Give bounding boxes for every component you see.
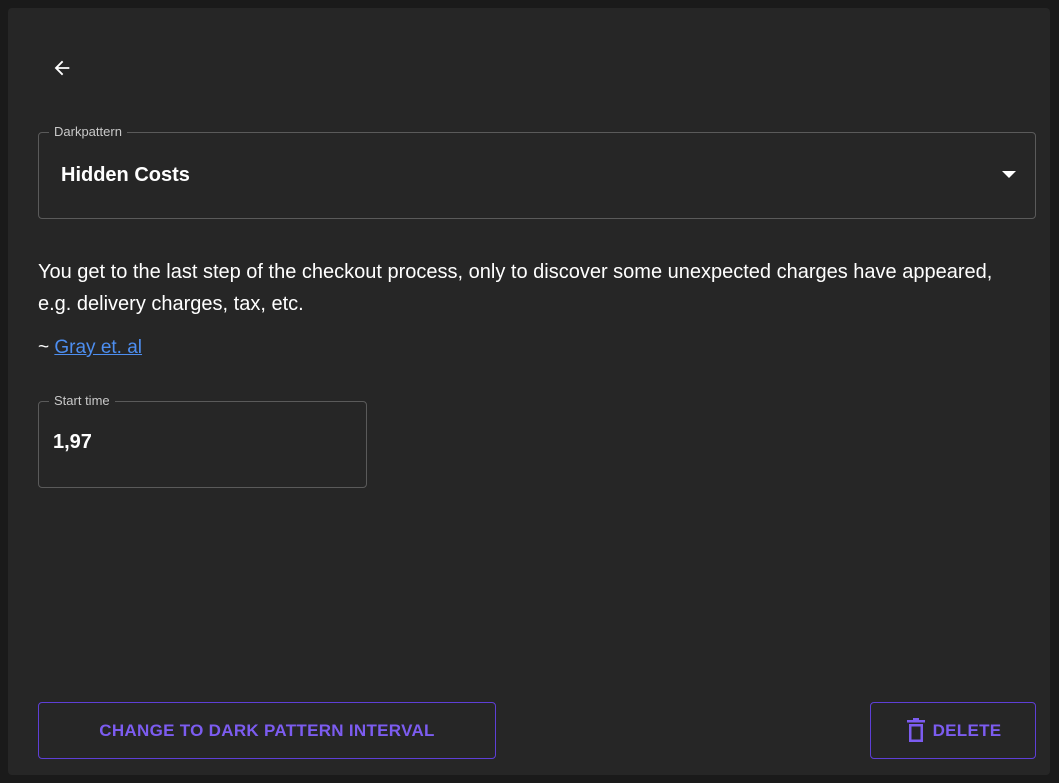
delete-button[interactable]: DELETE — [870, 702, 1036, 759]
darkpattern-label: Darkpattern — [49, 124, 127, 140]
citation-link[interactable]: Gray et. al — [54, 337, 142, 358]
change-to-interval-label: CHANGE TO DARK PATTERN INTERVAL — [99, 720, 435, 740]
start-time-input[interactable] — [53, 431, 343, 454]
delete-label: DELETE — [932, 720, 1002, 740]
citation-prefix: ~ — [38, 337, 55, 358]
arrow-left-icon — [54, 60, 70, 76]
start-time-field: Start time — [38, 393, 367, 488]
darkpattern-select[interactable]: Darkpattern Hidden Costs — [38, 124, 1036, 219]
caret-down-icon — [1002, 171, 1016, 178]
dark-pattern-card — [8, 8, 1050, 775]
change-to-interval-button[interactable]: CHANGE TO DARK PATTERN INTERVAL — [38, 702, 496, 759]
darkpattern-description: You get to the last step of the checkout… — [38, 261, 993, 315]
citation: ~ Gray et. al — [38, 336, 142, 360]
trash-icon — [906, 717, 925, 742]
back-button[interactable] — [44, 50, 80, 86]
darkpattern-selected-value: Hidden Costs — [61, 164, 190, 186]
start-time-label: Start time — [49, 393, 115, 409]
